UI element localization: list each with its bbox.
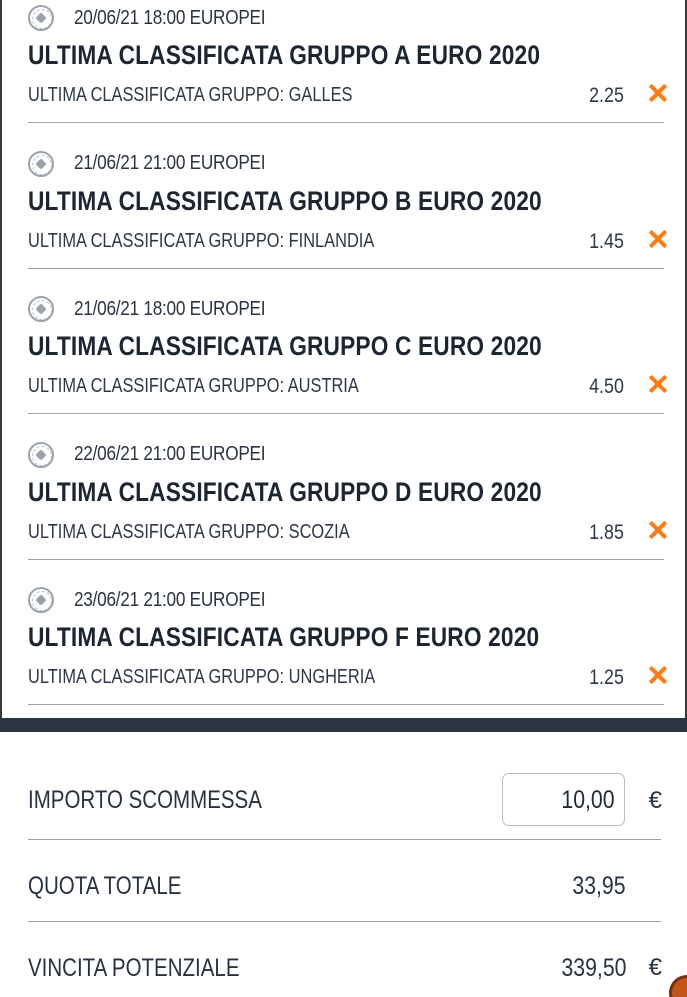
bet-item: 22/06/21 21:00 EUROPEI ULTIMA CLASSIFICA… <box>0 437 687 583</box>
soccer-ball-icon <box>28 296 54 322</box>
selection-odd: 2.25 <box>589 84 624 107</box>
selection-odd: 4.50 <box>589 375 624 398</box>
divider <box>28 558 664 560</box>
section-separator <box>0 718 687 732</box>
bet-item: 23/06/21 21:00 EUROPEI ULTIMA CLASSIFICA… <box>0 582 687 728</box>
divider <box>28 413 664 414</box>
event-title: ULTIMA CLASSIFICATA GRUPPO D EURO 2020 <box>28 476 542 507</box>
total-odds-label: QUOTA TOTALE <box>28 872 182 900</box>
potential-win-label: VINCITA POTENZIALE <box>28 954 240 982</box>
event-title: ULTIMA CLASSIFICATA GRUPPO F EURO 2020 <box>28 622 540 652</box>
bet-header: 21/06/21 21:00 EUROPEI <box>28 150 296 178</box>
potential-win-row: VINCITA POTENZIALE 339,50 € <box>0 922 687 997</box>
stake-row: IMPORTO SCOMMESSA 10,00 € <box>0 732 687 840</box>
total-odds-value: 33,95 <box>572 872 626 900</box>
event-datetime: 20/06/21 18:00 EUROPEI <box>74 6 266 29</box>
stake-input[interactable]: 10,00 <box>502 773 625 826</box>
bet-slip-list: 20/06/21 18:00 EUROPEI ULTIMA CLASSIFICA… <box>0 0 687 728</box>
selection-label: ULTIMA CLASSIFICATA GRUPPO: FINLANDIA <box>28 229 375 252</box>
selection-label: ULTIMA CLASSIFICATA GRUPPO: AUSTRIA <box>28 375 359 397</box>
remove-bet-icon[interactable] <box>645 662 671 688</box>
bet-header: 21/06/21 18:00 EUROPEI <box>28 295 296 323</box>
divider <box>28 267 664 269</box>
event-datetime: 21/06/21 18:00 EUROPEI <box>74 297 266 320</box>
event-title: ULTIMA CLASSIFICATA GRUPPO A EURO 2020 <box>28 40 541 70</box>
soccer-ball-icon <box>28 5 54 31</box>
stake-currency: € <box>648 787 662 814</box>
event-title: ULTIMA CLASSIFICATA GRUPPO B EURO 2020 <box>28 185 542 216</box>
total-odds-row: QUOTA TOTALE 33,95 <box>0 840 687 922</box>
selection-odd: 1.25 <box>589 666 624 689</box>
remove-bet-icon[interactable] <box>645 517 671 543</box>
bet-header: 22/06/21 21:00 EUROPEI <box>28 441 296 469</box>
bet-item: 21/06/21 18:00 EUROPEI ULTIMA CLASSIFICA… <box>0 291 687 437</box>
selection-label: ULTIMA CLASSIFICATA GRUPPO: SCOZIA <box>28 520 350 543</box>
selection-label: ULTIMA CLASSIFICATA GRUPPO: UNGHERIA <box>28 666 376 688</box>
divider <box>28 122 664 123</box>
event-datetime: 22/06/21 21:00 EUROPEI <box>74 443 266 465</box>
remove-bet-icon[interactable] <box>645 80 671 106</box>
divider <box>28 704 664 705</box>
bet-header: 20/06/21 18:00 EUROPEI <box>28 4 296 32</box>
soccer-ball-icon <box>28 150 54 177</box>
bet-item: 21/06/21 21:00 EUROPEI ULTIMA CLASSIFICA… <box>0 146 687 292</box>
bet-item: 20/06/21 18:00 EUROPEI ULTIMA CLASSIFICA… <box>0 0 687 146</box>
remove-bet-icon[interactable] <box>645 371 671 397</box>
potential-win-value: 339,50 <box>561 954 626 982</box>
potential-win-currency: € <box>648 954 662 981</box>
bet-header: 23/06/21 21:00 EUROPEI <box>28 586 296 614</box>
event-title: ULTIMA CLASSIFICATA GRUPPO C EURO 2020 <box>28 331 542 361</box>
stake-label: IMPORTO SCOMMESSA <box>28 786 262 814</box>
remove-bet-icon[interactable] <box>645 226 671 252</box>
soccer-ball-icon <box>28 441 54 468</box>
selection-odd: 1.85 <box>589 520 624 544</box>
soccer-ball-icon <box>28 587 54 613</box>
stake-value: 10,00 <box>561 786 615 814</box>
event-datetime: 21/06/21 21:00 EUROPEI <box>74 152 266 174</box>
selection-label: ULTIMA CLASSIFICATA GRUPPO: GALLES <box>28 84 353 106</box>
selection-odd: 1.45 <box>589 229 624 253</box>
event-datetime: 23/06/21 21:00 EUROPEI <box>74 588 266 611</box>
